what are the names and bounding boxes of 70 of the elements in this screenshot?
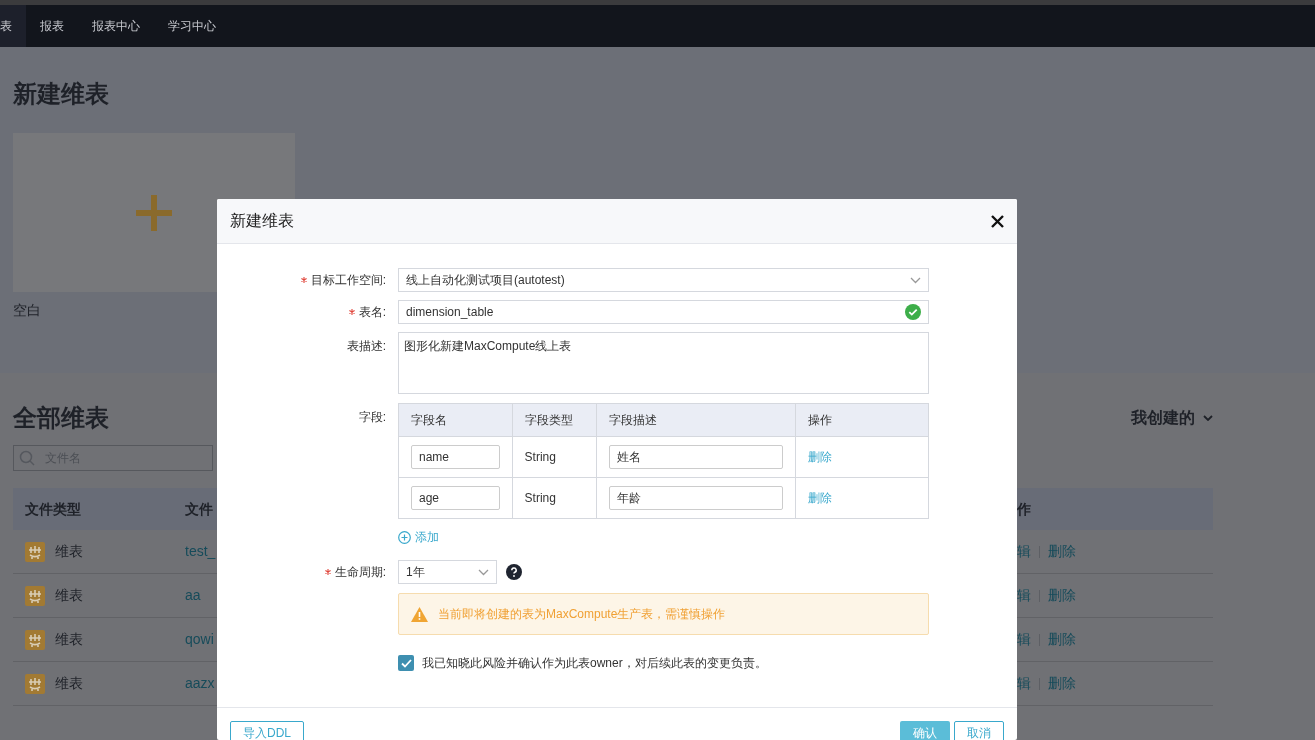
chevron-down-icon xyxy=(1203,415,1213,421)
checkbox[interactable] xyxy=(398,655,414,671)
column-header: 作 xyxy=(1017,500,1031,517)
chevron-down-icon xyxy=(478,568,489,576)
field-label: 字段: xyxy=(358,409,386,426)
dimension-table-icon xyxy=(25,673,45,694)
table-cell-text: 维表 xyxy=(55,630,83,649)
field-label: 表描述: xyxy=(346,338,386,355)
action-link[interactable]: 辑 xyxy=(1017,629,1031,650)
section-title: 新建维表 xyxy=(13,79,110,109)
filter-dropdown[interactable]: 我创建的 xyxy=(1131,406,1213,430)
file-link[interactable]: test_ xyxy=(185,543,216,559)
description-textarea[interactable]: 图形化新建MaxCompute线上表 xyxy=(398,332,929,394)
dialog-title: 新建维表 xyxy=(230,211,294,231)
file-link[interactable]: qowi xyxy=(185,631,214,647)
confirm-button[interactable]: 确认 xyxy=(900,721,950,740)
cancel-button[interactable]: 取消 xyxy=(954,721,1004,740)
chevron-down-icon xyxy=(910,276,921,284)
column-header: 字段名 xyxy=(411,412,447,429)
action-link[interactable]: 辑 xyxy=(1017,585,1031,606)
column-header: 文件类型 xyxy=(25,500,81,517)
table-cell-text: String xyxy=(524,449,556,466)
import-ddl-button[interactable]: 导入DDL xyxy=(230,721,304,740)
action-link[interactable]: 删除 xyxy=(1048,585,1076,606)
lifecycle-select[interactable]: 1年 xyxy=(398,560,497,584)
plus-icon xyxy=(136,194,172,231)
action-link[interactable]: 删除 xyxy=(1048,541,1076,562)
action-link[interactable]: 删除 xyxy=(1048,629,1076,650)
field-name-input[interactable]: name xyxy=(411,445,500,469)
column-header: 操作 xyxy=(807,412,832,429)
nav-tab[interactable]: 报表 xyxy=(26,5,78,47)
delete-link[interactable]: 删除 xyxy=(807,489,832,507)
description-text: 图形化新建MaxCompute线上表 xyxy=(404,339,572,353)
table-cell-text: String xyxy=(524,490,556,507)
table-cell-text: 维表 xyxy=(55,674,83,693)
field-description-input[interactable]: 姓名 xyxy=(609,445,784,469)
nav-tab[interactable]: 学习中心 xyxy=(154,5,230,47)
file-link[interactable]: aa xyxy=(185,587,201,603)
dimension-table-icon xyxy=(25,585,45,606)
nav-tab[interactable]: 表 xyxy=(0,5,26,47)
field-label: 表名: xyxy=(358,304,386,321)
warning-icon xyxy=(411,606,428,622)
file-link[interactable]: aazx xyxy=(185,675,215,691)
close-icon[interactable] xyxy=(991,214,1004,228)
field-label: 生命周期: xyxy=(334,564,386,581)
card-label: 空白 xyxy=(13,301,41,320)
field-label: 目标工作空间: xyxy=(310,272,386,289)
table-cell-text: 维表 xyxy=(55,586,83,605)
add-circle-icon xyxy=(398,530,411,544)
field-name-input[interactable]: age xyxy=(411,486,500,510)
dimension-table-icon xyxy=(25,629,45,650)
delete-link[interactable]: 删除 xyxy=(807,448,832,466)
section-title: 全部维表 xyxy=(13,403,109,433)
acknowledge-label: 我已知晓此风险并确认作为此表owner，对后续此表的变更负责。 xyxy=(422,655,767,672)
action-link[interactable]: 辑 xyxy=(1017,673,1031,694)
nav-tab[interactable]: 报表中心 xyxy=(78,5,154,47)
warning-text: 当前即将创建的表为MaxCompute生产表，需谨慎操作 xyxy=(438,606,726,623)
field-description-input[interactable]: 年龄 xyxy=(609,486,784,510)
table-name-input[interactable]: dimension_table xyxy=(398,300,929,324)
add-field-link[interactable]: 添加 xyxy=(398,528,929,546)
search-icon xyxy=(19,450,35,466)
column-header: 文件 xyxy=(185,500,213,517)
action-link[interactable]: 删除 xyxy=(1048,673,1076,694)
column-header: 字段描述 xyxy=(609,412,658,429)
dimension-table-icon xyxy=(25,541,45,562)
action-link[interactable]: 辑 xyxy=(1017,541,1031,562)
table-cell-text: 维表 xyxy=(55,542,83,561)
workspace-select[interactable]: 线上自动化测试项目(autotest) xyxy=(398,268,929,292)
help-icon[interactable] xyxy=(506,564,522,580)
column-header: 字段类型 xyxy=(524,412,573,429)
